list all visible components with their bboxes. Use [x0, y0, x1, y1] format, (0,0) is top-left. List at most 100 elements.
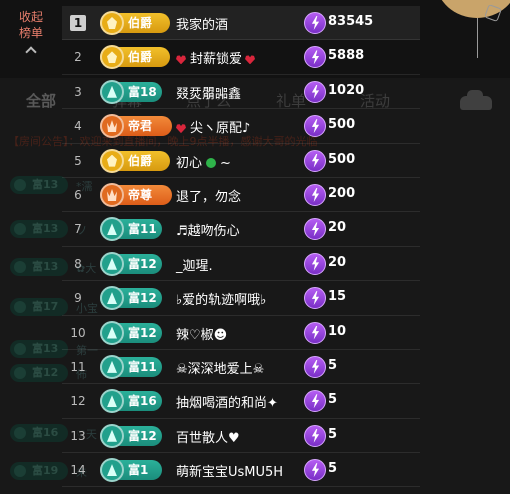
wealth-level-icon [100, 251, 124, 276]
wealth-level-icon [100, 217, 124, 242]
contribution-score: 500 [328, 117, 356, 133]
ranking-row[interactable]: 10 富12 辣♡椒☻ 10 [62, 316, 420, 350]
rank-number: 5 [74, 153, 82, 168]
ranking-row[interactable]: 12 富16 抽烟喝酒的和尚✦ 5 [62, 384, 420, 419]
lightning-icon [304, 46, 326, 69]
lightning-icon [304, 218, 326, 241]
user-name-text: ♬越吻伤心 [176, 224, 240, 240]
user-name[interactable]: 我家的酒 [176, 14, 228, 33]
user-name[interactable]: 退了，勿念 [176, 186, 241, 205]
contribution-score: 5 [328, 357, 338, 373]
level-badge: 富18 [100, 79, 162, 104]
lightning-icon [304, 149, 326, 172]
wealth-level-icon [100, 389, 124, 414]
level-badge: 伯爵 [100, 11, 170, 35]
chevron-up-icon [25, 46, 37, 58]
badge-label: 富12 [128, 291, 157, 306]
contribution-score: 5888 [328, 48, 365, 64]
badge-label: 富12 [128, 256, 157, 271]
badge-label: 富1 [128, 463, 149, 478]
user-name[interactable]: 萌新宝宝UsMU5H [176, 461, 283, 480]
user-name[interactable]: 百世散人♥ [176, 427, 240, 446]
user-name[interactable]: 初心 ~ [176, 152, 231, 171]
noble-rank-icon [100, 45, 124, 70]
ranking-row[interactable]: 8 富12 _迦瑆. 20 [62, 247, 420, 282]
rank-number: 10 [70, 325, 86, 340]
collapse-label: 榜单 [18, 26, 43, 40]
user-name[interactable]: ☠深深地爱上☠ [176, 358, 264, 377]
ranking-row[interactable]: 11 富11 ☠深深地爱上☠ 5 [62, 350, 420, 385]
lightning-icon [304, 80, 326, 103]
contribution-score: 20 [328, 254, 347, 270]
level-badge: 富12 [100, 320, 162, 345]
user-name[interactable]: ♭爱的轨迹啊哦♭ [176, 289, 266, 308]
level-badge: 帝尊 [100, 182, 172, 207]
lightning-icon [304, 390, 326, 413]
noble-rank-icon [100, 11, 124, 35]
user-name-text: 叕烎朤嘂鑫 [176, 86, 242, 102]
level-badge: 富12 [100, 251, 162, 276]
badge-label: 富11 [128, 359, 157, 374]
lightning-icon [304, 183, 326, 206]
user-name-text: 辣♡椒☻ [176, 327, 228, 343]
user-name[interactable]: ♬越吻伤心 [176, 220, 240, 239]
contribution-score: 5 [328, 426, 338, 442]
user-name[interactable]: 叕烎朤嘂鑫 [176, 83, 241, 102]
ranking-row[interactable]: 1 伯爵 我家的酒 83545 [62, 6, 420, 41]
ranking-row[interactable]: 6 帝尊 退了，勿念 200 [62, 178, 420, 213]
heart-icon [176, 55, 186, 65]
user-name-text: 萌新宝宝UsMU5H [176, 465, 284, 481]
wealth-level-icon [100, 354, 124, 379]
level-badge: 帝君 [100, 114, 172, 139]
badge-label: 富12 [128, 428, 157, 443]
ranking-row[interactable]: 4 帝君 尖ヽ原配♪ 500 [62, 109, 420, 144]
ranking-row[interactable]: 7 富11 ♬越吻伤心 20 [62, 212, 420, 247]
noble-rank-icon [100, 182, 124, 207]
ranking-row[interactable]: 14 富1 萌新宝宝UsMU5H 5 [62, 453, 420, 488]
level-badge: 富12 [100, 286, 162, 311]
lightning-icon [304, 252, 326, 275]
user-name-text: 封薪锁爱 [190, 52, 243, 68]
lightning-icon [304, 321, 326, 344]
badge-label: 伯爵 [128, 153, 153, 168]
rank-number: 8 [74, 256, 82, 271]
user-name-suffix: ~ [220, 155, 231, 171]
user-name-text: 退了，勿念 [176, 189, 242, 205]
clover-icon [206, 158, 217, 169]
rank-number: 14 [70, 463, 86, 478]
ranking-row[interactable]: 5 伯爵 初心 ~ 500 [62, 144, 420, 178]
user-name-text: 尖ヽ原配♪ [190, 121, 251, 137]
badge-label: 帝尊 [128, 187, 153, 202]
rank-number: 13 [70, 428, 86, 443]
contribution-score: 5 [328, 461, 338, 477]
user-name[interactable]: 封薪锁爱 [176, 48, 256, 68]
lightning-icon [304, 12, 326, 34]
level-badge: 伯爵 [100, 148, 170, 173]
ranking-list: 1 伯爵 我家的酒 83545 2 伯爵 封薪锁爱 5888 3 富18 叕烎朤嘂鑫 1020 4 帝君尖… [62, 6, 420, 488]
user-name-text: 百世散人♥ [176, 430, 240, 446]
collapse-ranking-button[interactable]: 收起 榜单 [0, 0, 62, 78]
user-name[interactable]: 尖ヽ原配♪ [176, 117, 250, 136]
user-name-text: _迦瑆. [176, 258, 213, 274]
lightning-icon [304, 287, 326, 310]
level-badge: 富16 [100, 389, 162, 414]
ranking-row[interactable]: 2 伯爵 封薪锁爱 5888 [62, 40, 420, 75]
user-name-text: 抽烟喝酒的和尚✦ [176, 396, 278, 412]
badge-label: 帝君 [128, 119, 153, 134]
rank-number: 1 [70, 15, 86, 31]
lightning-icon [304, 459, 326, 482]
user-name-text: ☠深深地爱上☠ [176, 361, 265, 377]
contribution-score: 15 [328, 289, 347, 305]
level-badge: 富11 [100, 217, 162, 242]
ranking-row[interactable]: 13 富12 百世散人♥ 5 [62, 419, 420, 454]
ranking-row[interactable]: 3 富18 叕烎朤嘂鑫 1020 [62, 75, 420, 110]
level-badge: 富1 [100, 458, 162, 483]
contribution-score: 500 [328, 151, 356, 167]
badge-label: 富11 [128, 222, 157, 237]
user-name[interactable]: _迦瑆. [176, 255, 213, 274]
ranking-row[interactable]: 9 富12 ♭爱的轨迹啊哦♭ 15 [62, 281, 420, 316]
user-name[interactable]: 辣♡椒☻ [176, 324, 227, 343]
contribution-score: 200 [328, 185, 356, 201]
heart-icon [245, 55, 256, 65]
user-name[interactable]: 抽烟喝酒的和尚✦ [176, 392, 278, 411]
